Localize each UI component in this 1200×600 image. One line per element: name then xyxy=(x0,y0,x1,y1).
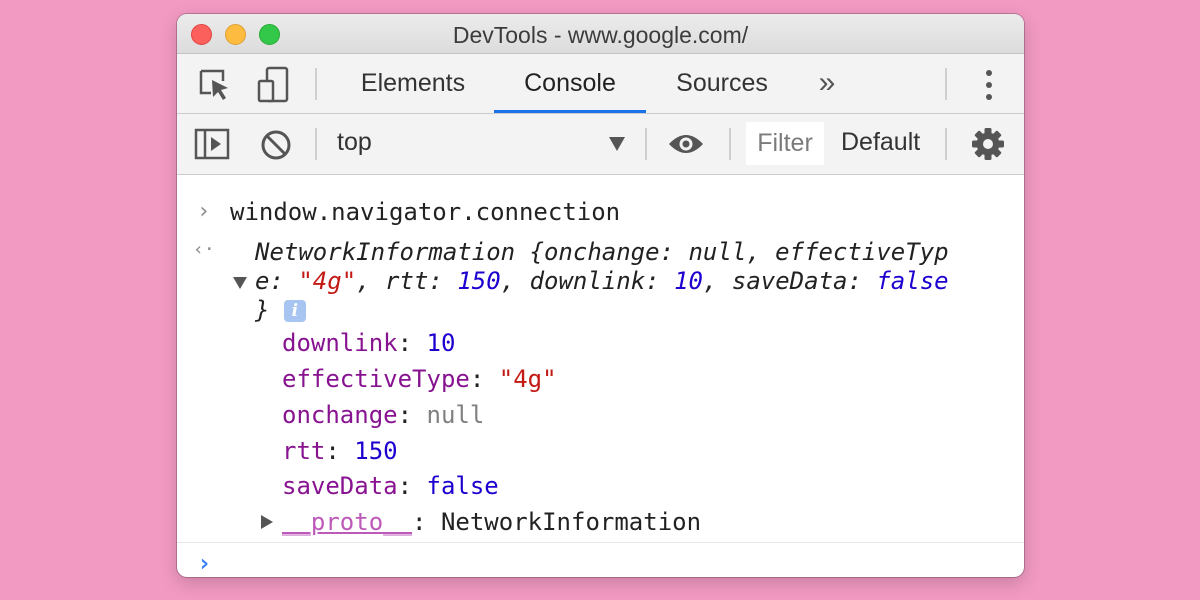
log-levels-dropdown[interactable]: Default xyxy=(841,128,920,157)
result-summary-close: } i xyxy=(255,296,306,324)
console-output: › window.navigator.connection ‹· Network… xyxy=(177,175,1024,577)
context-selector[interactable]: top xyxy=(337,128,372,157)
more-options-icon[interactable] xyxy=(977,68,1001,102)
show-sidebar-icon[interactable] xyxy=(194,128,230,160)
console-divider xyxy=(177,542,1024,543)
tab-console[interactable]: Console xyxy=(494,54,646,113)
filter-input[interactable]: Filter xyxy=(746,122,824,165)
gear-icon[interactable] xyxy=(971,127,1005,161)
info-icon[interactable]: i xyxy=(283,300,306,322)
console-input-prompt[interactable]: › xyxy=(197,549,211,577)
tabbar-separator xyxy=(315,68,317,100)
inspect-element-icon[interactable] xyxy=(197,67,233,103)
result-summary-line2[interactable]: e: "4g", rtt: 150, downlink: 10, saveDat… xyxy=(255,267,949,295)
tabbar-separator-right xyxy=(945,68,947,100)
result-summary-line1[interactable]: NetworkInformation {onchange: null, effe… xyxy=(255,238,949,266)
title-bar: DevTools - www.google.com/ xyxy=(177,14,1024,54)
devtools-window: DevTools - www.google.com/ Elements Cons… xyxy=(177,14,1024,577)
collapse-triangle-icon[interactable] xyxy=(233,277,247,289)
tab-elements[interactable]: Elements xyxy=(343,54,483,113)
eye-icon[interactable] xyxy=(667,131,705,157)
clear-console-icon[interactable] xyxy=(259,128,293,162)
expand-triangle-icon[interactable] xyxy=(261,515,273,529)
input-prompt-marker: › xyxy=(197,199,211,224)
proto-row[interactable]: __proto__: NetworkInformation xyxy=(282,508,701,536)
toolbar-separator-4 xyxy=(945,128,947,160)
toolbar-separator xyxy=(315,128,317,160)
window-title: DevTools - www.google.com/ xyxy=(452,22,749,48)
main-tab-bar: Elements Console Sources » xyxy=(177,54,1024,114)
console-toolbar: top Filter Default xyxy=(177,114,1024,175)
toolbar-separator-2 xyxy=(645,128,647,160)
property-row[interactable]: effectiveType: "4g" xyxy=(282,365,557,393)
property-row[interactable]: saveData: false xyxy=(282,472,499,500)
property-row[interactable]: rtt: 150 xyxy=(282,437,398,465)
more-tabs-button[interactable]: » xyxy=(807,54,847,113)
property-row[interactable]: onchange: null xyxy=(282,401,484,429)
property-row[interactable]: downlink: 10 xyxy=(282,329,455,357)
device-toolbar-icon[interactable] xyxy=(255,65,293,105)
chevron-down-icon[interactable] xyxy=(609,137,625,151)
result-marker: ‹· xyxy=(193,239,215,260)
tab-sources[interactable]: Sources xyxy=(657,54,787,113)
console-input-command[interactable]: window.navigator.connection xyxy=(230,198,620,226)
toolbar-separator-3 xyxy=(729,128,731,160)
